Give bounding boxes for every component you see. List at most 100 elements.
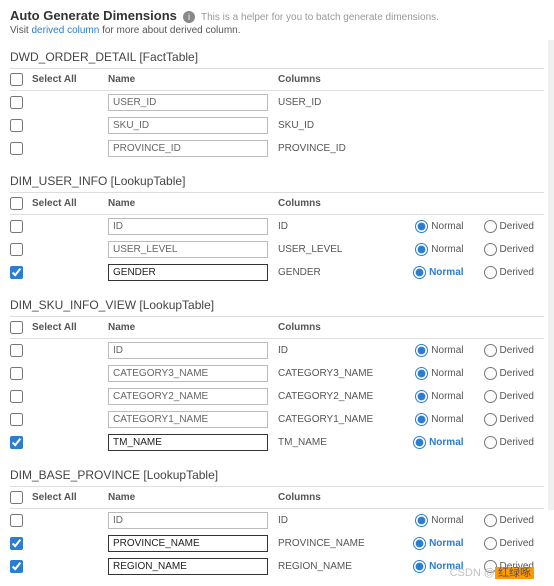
derived-option[interactable]: Derived bbox=[484, 367, 534, 380]
sub-pre: Visit bbox=[10, 25, 32, 36]
table-row: USER_LEVELNormalDerived bbox=[10, 238, 544, 261]
table-row: USER_ID bbox=[10, 91, 544, 114]
normal-radio[interactable] bbox=[415, 367, 428, 380]
page-subtext: Visit derived column for more about deri… bbox=[10, 25, 544, 36]
row-checkbox[interactable] bbox=[10, 142, 23, 155]
normal-option[interactable]: Normal bbox=[413, 436, 463, 449]
row-checkbox[interactable] bbox=[10, 266, 23, 279]
columns-header: Columns bbox=[278, 321, 398, 334]
derived-column-link[interactable]: derived column bbox=[32, 25, 100, 36]
name-input[interactable] bbox=[108, 388, 268, 405]
column-label: CATEGORY2_NAME bbox=[278, 391, 398, 402]
derived-radio[interactable] bbox=[484, 220, 497, 233]
derived-radio[interactable] bbox=[484, 390, 497, 403]
derived-option[interactable]: Derived bbox=[484, 537, 534, 550]
normal-radio[interactable] bbox=[413, 560, 426, 573]
derived-option[interactable]: Derived bbox=[484, 243, 534, 256]
derived-radio[interactable] bbox=[484, 243, 497, 256]
normal-radio[interactable] bbox=[415, 243, 428, 256]
normal-option[interactable]: Normal bbox=[415, 367, 463, 380]
derived-option[interactable]: Derived bbox=[484, 220, 534, 233]
normal-radio[interactable] bbox=[415, 514, 428, 527]
row-checkbox[interactable] bbox=[10, 560, 23, 573]
name-input[interactable] bbox=[108, 558, 268, 575]
name-input[interactable] bbox=[108, 434, 268, 451]
table-row: GENDERNormalDerived bbox=[10, 261, 544, 284]
name-header: Name bbox=[108, 491, 278, 504]
normal-option[interactable]: Normal bbox=[415, 390, 463, 403]
name-input[interactable] bbox=[108, 218, 268, 235]
table-title: DWD_ORDER_DETAIL [FactTable] bbox=[10, 50, 544, 64]
normal-radio[interactable] bbox=[415, 413, 428, 426]
derived-option[interactable]: Derived bbox=[484, 413, 534, 426]
page-header: Auto Generate Dimensions i This is a hel… bbox=[10, 8, 544, 36]
normal-option[interactable]: Normal bbox=[415, 243, 463, 256]
table-row: CATEGORY3_NAME Normal Derived bbox=[10, 362, 544, 385]
column-label: PROVINCE_ID bbox=[278, 143, 398, 154]
normal-radio[interactable] bbox=[413, 266, 426, 279]
derived-radio[interactable] bbox=[484, 537, 497, 550]
name-input[interactable] bbox=[108, 117, 268, 134]
derived-option[interactable]: Derived bbox=[484, 514, 534, 527]
normal-radio[interactable] bbox=[415, 220, 428, 233]
derived-radio[interactable] bbox=[484, 436, 497, 449]
derived-radio[interactable] bbox=[484, 266, 497, 279]
row-checkbox[interactable] bbox=[10, 220, 23, 233]
name-input[interactable] bbox=[108, 535, 268, 552]
column-label: CATEGORY3_NAME bbox=[278, 368, 398, 379]
name-input[interactable] bbox=[108, 411, 268, 428]
normal-option[interactable]: Normal bbox=[415, 514, 463, 527]
column-label: USER_ID bbox=[278, 97, 398, 108]
column-label: ID bbox=[278, 345, 398, 356]
table-row: PROVINCE_NAMENormalDerived bbox=[10, 532, 544, 555]
name-input[interactable] bbox=[108, 241, 268, 258]
name-input[interactable] bbox=[108, 140, 268, 157]
row-checkbox[interactable] bbox=[10, 413, 23, 426]
normal-radio[interactable] bbox=[413, 537, 426, 550]
row-checkbox[interactable] bbox=[10, 96, 23, 109]
derived-radio[interactable] bbox=[484, 413, 497, 426]
name-input[interactable] bbox=[108, 94, 268, 111]
derived-option[interactable]: Derived bbox=[484, 390, 534, 403]
scrollbar[interactable] bbox=[548, 40, 554, 510]
row-checkbox[interactable] bbox=[10, 436, 23, 449]
derived-radio[interactable] bbox=[484, 514, 497, 527]
derived-option[interactable]: Derived bbox=[484, 344, 534, 357]
select-all-checkbox[interactable] bbox=[10, 321, 23, 334]
table-title: DIM_BASE_PROVINCE [LookupTable] bbox=[10, 468, 544, 482]
derived-option[interactable]: Derived bbox=[484, 436, 534, 449]
row-checkbox[interactable] bbox=[10, 390, 23, 403]
table-title: DIM_SKU_INFO_VIEW [LookupTable] bbox=[10, 298, 544, 312]
table-row: IDNormalDerived bbox=[10, 215, 544, 238]
normal-radio[interactable] bbox=[415, 344, 428, 357]
select-all-label: Select All bbox=[32, 491, 108, 504]
derived-option[interactable]: Derived bbox=[484, 266, 534, 279]
normal-option[interactable]: Normal bbox=[415, 344, 463, 357]
row-checkbox[interactable] bbox=[10, 514, 23, 527]
name-input[interactable] bbox=[108, 512, 268, 529]
name-input[interactable] bbox=[108, 264, 268, 281]
normal-option[interactable]: Normal bbox=[413, 537, 463, 550]
select-all-label: Select All bbox=[32, 197, 108, 210]
select-all-checkbox[interactable] bbox=[10, 491, 23, 504]
row-checkbox[interactable] bbox=[10, 537, 23, 550]
column-label: SKU_ID bbox=[278, 120, 398, 131]
normal-radio[interactable] bbox=[413, 436, 426, 449]
name-input[interactable] bbox=[108, 342, 268, 359]
select-all-checkbox[interactable] bbox=[10, 73, 23, 86]
row-checkbox[interactable] bbox=[10, 119, 23, 132]
name-input[interactable] bbox=[108, 365, 268, 382]
normal-option[interactable]: Normal bbox=[415, 220, 463, 233]
table-header: Select AllNameColumns bbox=[10, 68, 544, 91]
row-checkbox[interactable] bbox=[10, 367, 23, 380]
normal-option[interactable]: Normal bbox=[415, 413, 463, 426]
sub-post: for more about derived column. bbox=[99, 25, 240, 36]
row-checkbox[interactable] bbox=[10, 344, 23, 357]
derived-radio[interactable] bbox=[484, 367, 497, 380]
derived-radio[interactable] bbox=[484, 344, 497, 357]
select-all-checkbox[interactable] bbox=[10, 197, 23, 210]
normal-option[interactable]: Normal bbox=[413, 266, 463, 279]
row-checkbox[interactable] bbox=[10, 243, 23, 256]
normal-radio[interactable] bbox=[415, 390, 428, 403]
select-all-label: Select All bbox=[32, 321, 108, 334]
